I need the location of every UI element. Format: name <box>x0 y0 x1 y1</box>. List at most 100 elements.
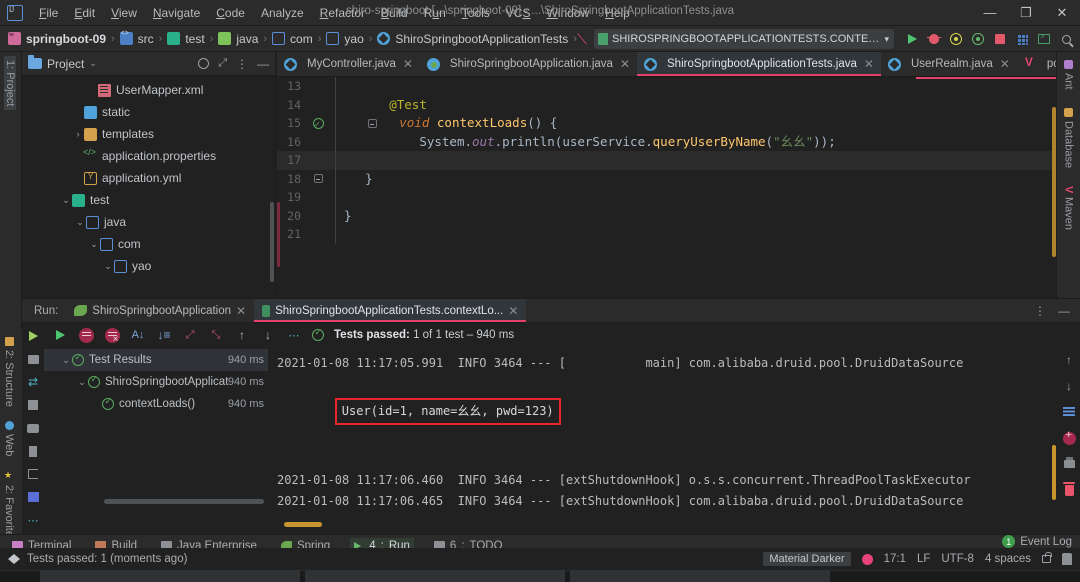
sort-alphabetically-button[interactable]: A↓ <box>130 327 146 343</box>
thread-dump-button[interactable] <box>26 444 40 458</box>
collapse-all-button[interactable]: ⤡ <box>208 327 224 343</box>
editor-tab-shirospringbootapplicationtests[interactable]: ShiroSpringbootApplicationTests.java ✕ <box>637 52 881 76</box>
hide-icon[interactable]: — <box>257 57 269 71</box>
tree-expander-icon[interactable]: ⌄ <box>102 261 114 272</box>
theme-color-dot-icon[interactable] <box>861 553 873 565</box>
stop-rerun-button[interactable] <box>26 352 40 366</box>
menu-view[interactable]: View <box>103 3 145 23</box>
prev-failed-test-button[interactable]: ↑ <box>234 327 250 343</box>
tree-item-templates[interactable]: › templates <box>22 123 275 145</box>
minimize-button[interactable]: — <box>972 0 1008 26</box>
tree-expander-icon[interactable]: ⌄ <box>60 195 72 206</box>
project-tree-scrollbar[interactable] <box>270 202 274 282</box>
run-with-coverage-button[interactable] <box>946 28 966 50</box>
sort-by-duration-button[interactable]: ↓≡ <box>156 327 172 343</box>
editor-tab-mycontroller[interactable]: MyController.java ✕ <box>277 52 420 76</box>
event-log-button[interactable]: 1 Event Log <box>1002 535 1072 548</box>
run-test-gutter-icon[interactable] <box>312 116 324 134</box>
run-tab-shirospringbootapplicationtests[interactable]: ShiroSpringbootApplicationTests.contextL… <box>254 299 527 322</box>
line-separator-widget[interactable]: LF <box>917 553 930 565</box>
hide-passed-tests-button[interactable] <box>78 327 94 343</box>
editor-tab-userrealm[interactable]: UserRealm.java ✕ <box>881 52 1017 76</box>
caret-position-widget[interactable]: 17:1 <box>884 553 906 565</box>
editor-tab-pom[interactable]: pom.xml ✕ <box>1017 52 1056 76</box>
theme-widget[interactable]: Material Darker <box>763 552 851 566</box>
more-options-button[interactable]: ⋯ <box>26 513 40 527</box>
close-icon[interactable]: ✕ <box>1000 57 1010 71</box>
menu-vcs[interactable]: VCS <box>498 3 539 23</box>
status-message-area[interactable]: Tests passed: 1 (moments ago) <box>8 553 187 565</box>
toggle-auto-test-button[interactable]: ⇄ <box>26 375 40 389</box>
fold-icon[interactable] <box>367 119 377 128</box>
expand-all-button[interactable]: ⤢ <box>182 327 198 343</box>
run-configuration-selector[interactable]: SHIROSPRINGBOOTAPPLICATIONTESTS.CONTEXTL… <box>594 29 894 49</box>
print-button[interactable] <box>1062 457 1076 471</box>
tool-button-maven[interactable]: V Maven <box>1063 182 1075 234</box>
encoding-widget[interactable]: UTF-8 <box>941 553 974 565</box>
search-everywhere-button[interactable] <box>1056 28 1076 50</box>
rerun-button[interactable] <box>26 329 40 343</box>
close-icon[interactable]: ✕ <box>508 304 518 318</box>
tree-expander-icon[interactable]: ⌄ <box>76 377 88 388</box>
tests-tree-scrollbar[interactable] <box>104 499 264 504</box>
taskbar-window-3[interactable] <box>570 570 830 582</box>
tree-item-com[interactable]: ⌄ com <box>22 233 275 255</box>
tree-item-java[interactable]: ⌄ java <box>22 211 275 233</box>
tests-tree-row-method[interactable]: contextLoads() 940 ms <box>44 393 268 415</box>
run-arrow-icon[interactable]: ⟍ <box>572 28 592 50</box>
menu-tools[interactable]: Tools <box>454 3 498 23</box>
breadcrumb-item-module[interactable]: springboot-09 <box>26 32 106 46</box>
breadcrumb-item-yao[interactable]: yao <box>344 32 363 46</box>
maximize-button[interactable]: ❐ <box>1008 0 1044 26</box>
export-button[interactable] <box>26 467 40 481</box>
menu-window[interactable]: Window <box>538 3 597 23</box>
breadcrumb-item-class[interactable]: ShiroSpringbootApplicationTests <box>395 32 568 46</box>
services-button[interactable] <box>1012 28 1032 50</box>
menu-help[interactable]: Help <box>597 3 638 23</box>
menu-file[interactable]: File <box>31 3 66 23</box>
taskbar-window-2[interactable] <box>305 570 565 582</box>
tool-button-project[interactable]: 1: Project <box>4 56 16 111</box>
screenshot-button[interactable] <box>26 421 40 435</box>
tree-item-application-properties[interactable]: application.properties <box>22 145 275 167</box>
tree-item-usermapper[interactable]: UserMapper.xml <box>22 79 275 101</box>
breadcrumb-item-test[interactable]: test <box>185 32 204 46</box>
terminal-button[interactable] <box>1034 28 1054 50</box>
breadcrumb-item-src[interactable]: src <box>138 32 154 46</box>
scroll-down-button[interactable]: ↓ <box>1062 379 1076 393</box>
options-icon[interactable]: ⋮ <box>236 57 248 71</box>
locate-icon[interactable] <box>198 58 210 69</box>
tool-button-structure[interactable]: 2: Structure <box>3 333 15 411</box>
chevron-down-icon[interactable]: ⌄ <box>89 58 97 69</box>
tree-expander-icon[interactable]: › <box>72 129 84 139</box>
options-icon[interactable]: ⋮ <box>1034 304 1046 318</box>
stop-button[interactable] <box>990 28 1010 50</box>
console-vertical-scrollbar[interactable] <box>1052 445 1056 500</box>
tree-item-static[interactable]: static <box>22 101 275 123</box>
tests-more-options-button[interactable]: ⋯ <box>286 327 302 343</box>
tree-item-application-yml[interactable]: application.yml <box>22 167 275 189</box>
add-to-favorites-button[interactable] <box>1062 429 1076 445</box>
breadcrumb-item-com[interactable]: com <box>290 32 313 46</box>
hide-icon[interactable]: — <box>1058 304 1070 318</box>
run-button[interactable] <box>902 28 922 50</box>
soft-wrap-button[interactable] <box>1062 405 1076 419</box>
menu-code[interactable]: Code <box>208 3 253 23</box>
tests-tree-row-class[interactable]: ⌄ ShiroSpringbootApplicatio 940 ms <box>44 371 268 393</box>
menu-navigate[interactable]: Navigate <box>145 3 208 23</box>
close-icon[interactable]: ✕ <box>236 304 246 318</box>
show-failed-tests-button[interactable] <box>104 327 120 345</box>
close-icon[interactable]: ✕ <box>620 57 630 71</box>
tree-expander-icon[interactable]: ⌄ <box>74 217 86 228</box>
menu-refactor[interactable]: Refactor <box>312 3 373 23</box>
run-tab-shirospringbootapplication[interactable]: ShiroSpringbootApplication ✕ <box>66 299 254 322</box>
debug-button[interactable] <box>924 28 944 50</box>
histogram-button[interactable] <box>26 490 40 504</box>
fold-icon[interactable] <box>313 174 323 184</box>
taskbar-window-1[interactable] <box>40 570 300 582</box>
breadcrumb-item-java[interactable]: java <box>236 32 258 46</box>
indent-widget[interactable]: 4 spaces <box>985 553 1031 565</box>
rerun-tests-button[interactable] <box>52 327 68 343</box>
console-output[interactable]: 2021-01-08 11:17:05.991 INFO 3464 --- [ … <box>269 347 1058 514</box>
menu-run[interactable]: Run <box>416 3 454 23</box>
